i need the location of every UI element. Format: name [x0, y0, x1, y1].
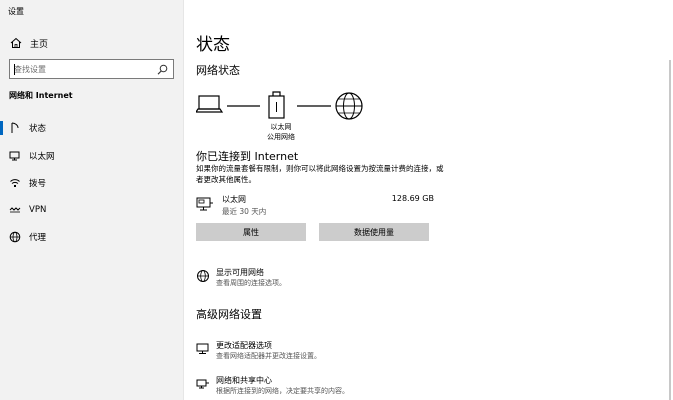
adapter-icon	[196, 342, 212, 358]
sharing-center-icon	[196, 377, 212, 393]
properties-button[interactable]: 属性	[196, 223, 306, 241]
text-caret	[14, 64, 15, 75]
globe-icon	[335, 92, 363, 120]
search-input[interactable]: 查找设置	[9, 59, 174, 79]
ethernet-icon	[196, 196, 214, 214]
option-description: 查看网络适配器并更改连接设置。	[216, 352, 321, 360]
page-title: 状态	[196, 35, 230, 55]
data-usage-button[interactable]: 数据使用量	[319, 223, 429, 241]
connected-description: 如果你的流量套餐有限制，则你可以将此网络设置为按流量计费的连接，或者更改其他属性…	[196, 164, 444, 184]
sidebar-item-dialup[interactable]: 拨号	[0, 173, 184, 193]
connected-title: 你已连接到 Internet	[196, 150, 299, 163]
advanced-settings-title: 高级网络设置	[196, 308, 262, 321]
option-title: 网络和共享中心	[216, 376, 272, 385]
sidebar-item-vpn[interactable]: VPN	[0, 200, 184, 220]
option-title: 更改适配器选项	[216, 341, 272, 350]
window-title: 设置	[8, 7, 24, 16]
sidebar-item-label: 状态	[29, 124, 47, 134]
ethernet-usage: 128.69 GB	[391, 194, 434, 203]
computer-icon	[196, 95, 224, 113]
option-description: 查看周围的连接选项。	[216, 279, 286, 287]
sidebar-item-label: VPN	[29, 205, 47, 215]
ethernet-period: 最近 30 天内	[222, 207, 267, 216]
proxy-icon	[9, 231, 21, 243]
option-description: 根据所连接到的网络，决定要共享的内容。	[216, 387, 349, 395]
sidebar-item-label: 以太网	[29, 152, 55, 162]
sidebar: 设置 主页 查找设置 网络和 Internet 状态 以太网 拨号 VPN 代理	[0, 0, 184, 400]
dialup-icon	[9, 177, 21, 189]
network-sharing-center[interactable]: 网络和共享中心 根据所连接到的网络，决定要共享的内容。	[196, 375, 436, 400]
search-placeholder: 查找设置	[14, 64, 46, 74]
network-status-title: 网络状态	[196, 64, 240, 77]
globe-network-icon	[196, 269, 212, 285]
main-content: 状态 网络状态 以太网 公用网络 你已连接到 Internet 如果你的流量套餐…	[184, 0, 673, 400]
ethernet-status-row: 以太网 最近 30 天内 128.69 GB	[196, 194, 434, 220]
status-icon	[9, 122, 21, 134]
diagram-label: 以太网 公用网络	[267, 123, 295, 141]
sidebar-item-label: 拨号	[29, 179, 47, 189]
sidebar-item-label: 代理	[29, 233, 47, 243]
vpn-icon	[9, 204, 21, 216]
option-title: 显示可用网络	[216, 268, 264, 277]
ethernet-icon	[9, 150, 21, 162]
ethernet-name: 以太网	[222, 195, 246, 204]
home-icon	[10, 37, 22, 49]
section-title: 网络和 Internet	[9, 91, 73, 100]
sidebar-item-ethernet[interactable]: 以太网	[0, 146, 184, 166]
ethernet-port-icon	[268, 91, 285, 119]
search-icon[interactable]	[155, 62, 169, 76]
home-label: 主页	[30, 39, 49, 50]
home-nav-item[interactable]: 主页	[0, 32, 184, 54]
sidebar-item-proxy[interactable]: 代理	[0, 227, 184, 247]
show-available-networks[interactable]: 显示可用网络 查看周围的连接选项。	[196, 267, 436, 293]
sidebar-item-status[interactable]: 状态	[0, 118, 184, 138]
change-adapter-options[interactable]: 更改适配器选项 查看网络适配器并更改连接设置。	[196, 340, 436, 366]
scrollbar[interactable]	[669, 60, 671, 400]
